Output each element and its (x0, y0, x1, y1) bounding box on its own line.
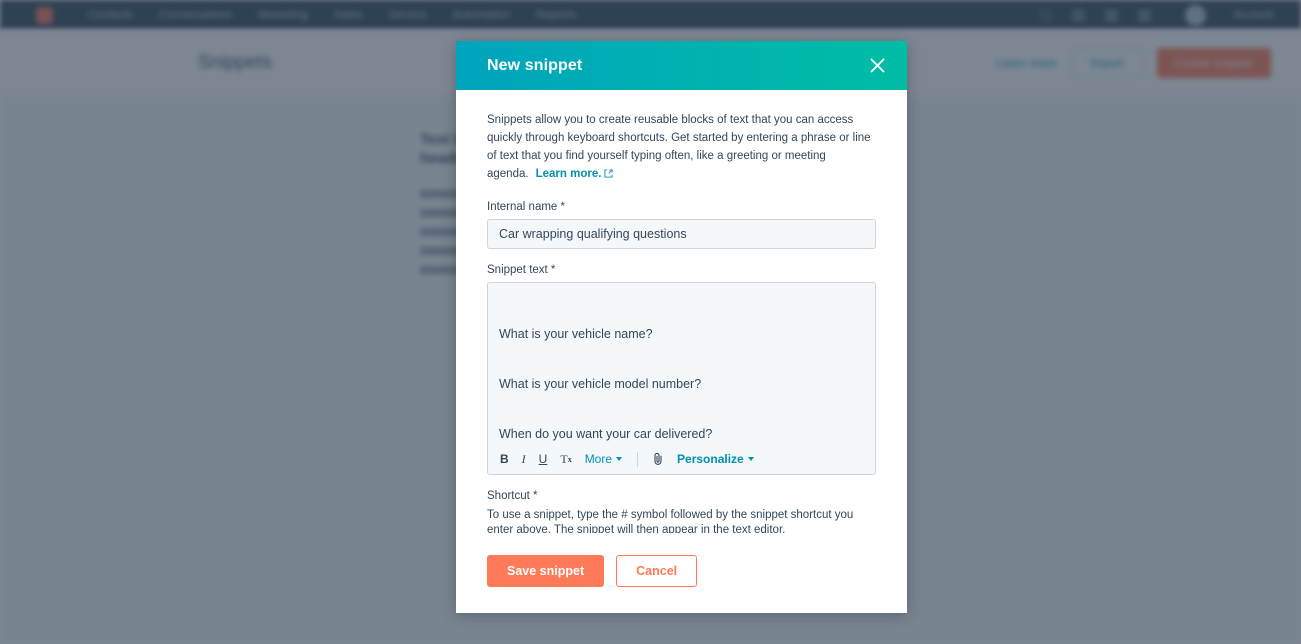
shortcut-helper-text: To use a snippet, type the # symbol foll… (487, 509, 854, 533)
clear-format-glyph: T (560, 451, 568, 466)
modal-footer: Save snippet Cancel (456, 533, 907, 614)
bold-button[interactable]: B (500, 452, 509, 466)
more-dropdown[interactable]: More (584, 452, 623, 466)
shortcut-field-group: Shortcut * To use a snippet, type the # … (487, 490, 876, 533)
underline-button[interactable]: U (539, 452, 548, 466)
new-snippet-modal: New snippet Snippets allow you to create… (456, 41, 907, 613)
modal-body: Snippets allow you to create reusable bl… (456, 90, 907, 533)
snippet-line: What is your vehicle name? (499, 327, 653, 342)
external-link-icon (604, 166, 613, 184)
snippet-line: What is your vehicle model number? (499, 376, 702, 391)
internal-name-field-group: Internal name * (487, 201, 876, 249)
italic-button[interactable]: I (522, 452, 526, 467)
snippet-line: When do you want your car delivered? (499, 426, 713, 441)
snippet-text-field-group: Snippet text * What is your vehicle name… (487, 264, 876, 475)
more-label: More (584, 452, 613, 466)
modal-title: New snippet (487, 56, 583, 74)
paperclip-icon[interactable] (653, 452, 664, 466)
snippet-text-area[interactable]: What is your vehicle name? What is your … (488, 283, 875, 444)
personalize-dropdown[interactable]: Personalize (677, 452, 754, 466)
snippet-text-label: Snippet text * (487, 264, 556, 276)
clear-formatting-button[interactable]: Tx (560, 452, 571, 467)
chevron-down-icon (747, 457, 754, 461)
clear-format-subscript: x (567, 454, 572, 464)
editor-toolbar: B I U Tx More Personalize (488, 444, 875, 474)
close-icon[interactable] (863, 52, 891, 80)
learn-more-label: Learn more. (535, 168, 602, 180)
save-snippet-button[interactable]: Save snippet (487, 554, 605, 587)
snippet-text-editor: What is your vehicle name? What is your … (487, 282, 876, 475)
cancel-button[interactable]: Cancel (616, 554, 698, 587)
personalize-label: Personalize (677, 452, 744, 466)
chevron-down-icon (616, 457, 623, 461)
toolbar-divider (637, 451, 639, 467)
modal-header: New snippet (456, 41, 907, 90)
modal-intro-text: Snippets allow you to create reusable bl… (487, 111, 876, 184)
internal-name-label: Internal name * (487, 201, 565, 213)
internal-name-input[interactable] (487, 219, 876, 249)
shortcut-label: Shortcut * (487, 490, 538, 502)
learn-more-link[interactable]: Learn more. (536, 168, 614, 180)
